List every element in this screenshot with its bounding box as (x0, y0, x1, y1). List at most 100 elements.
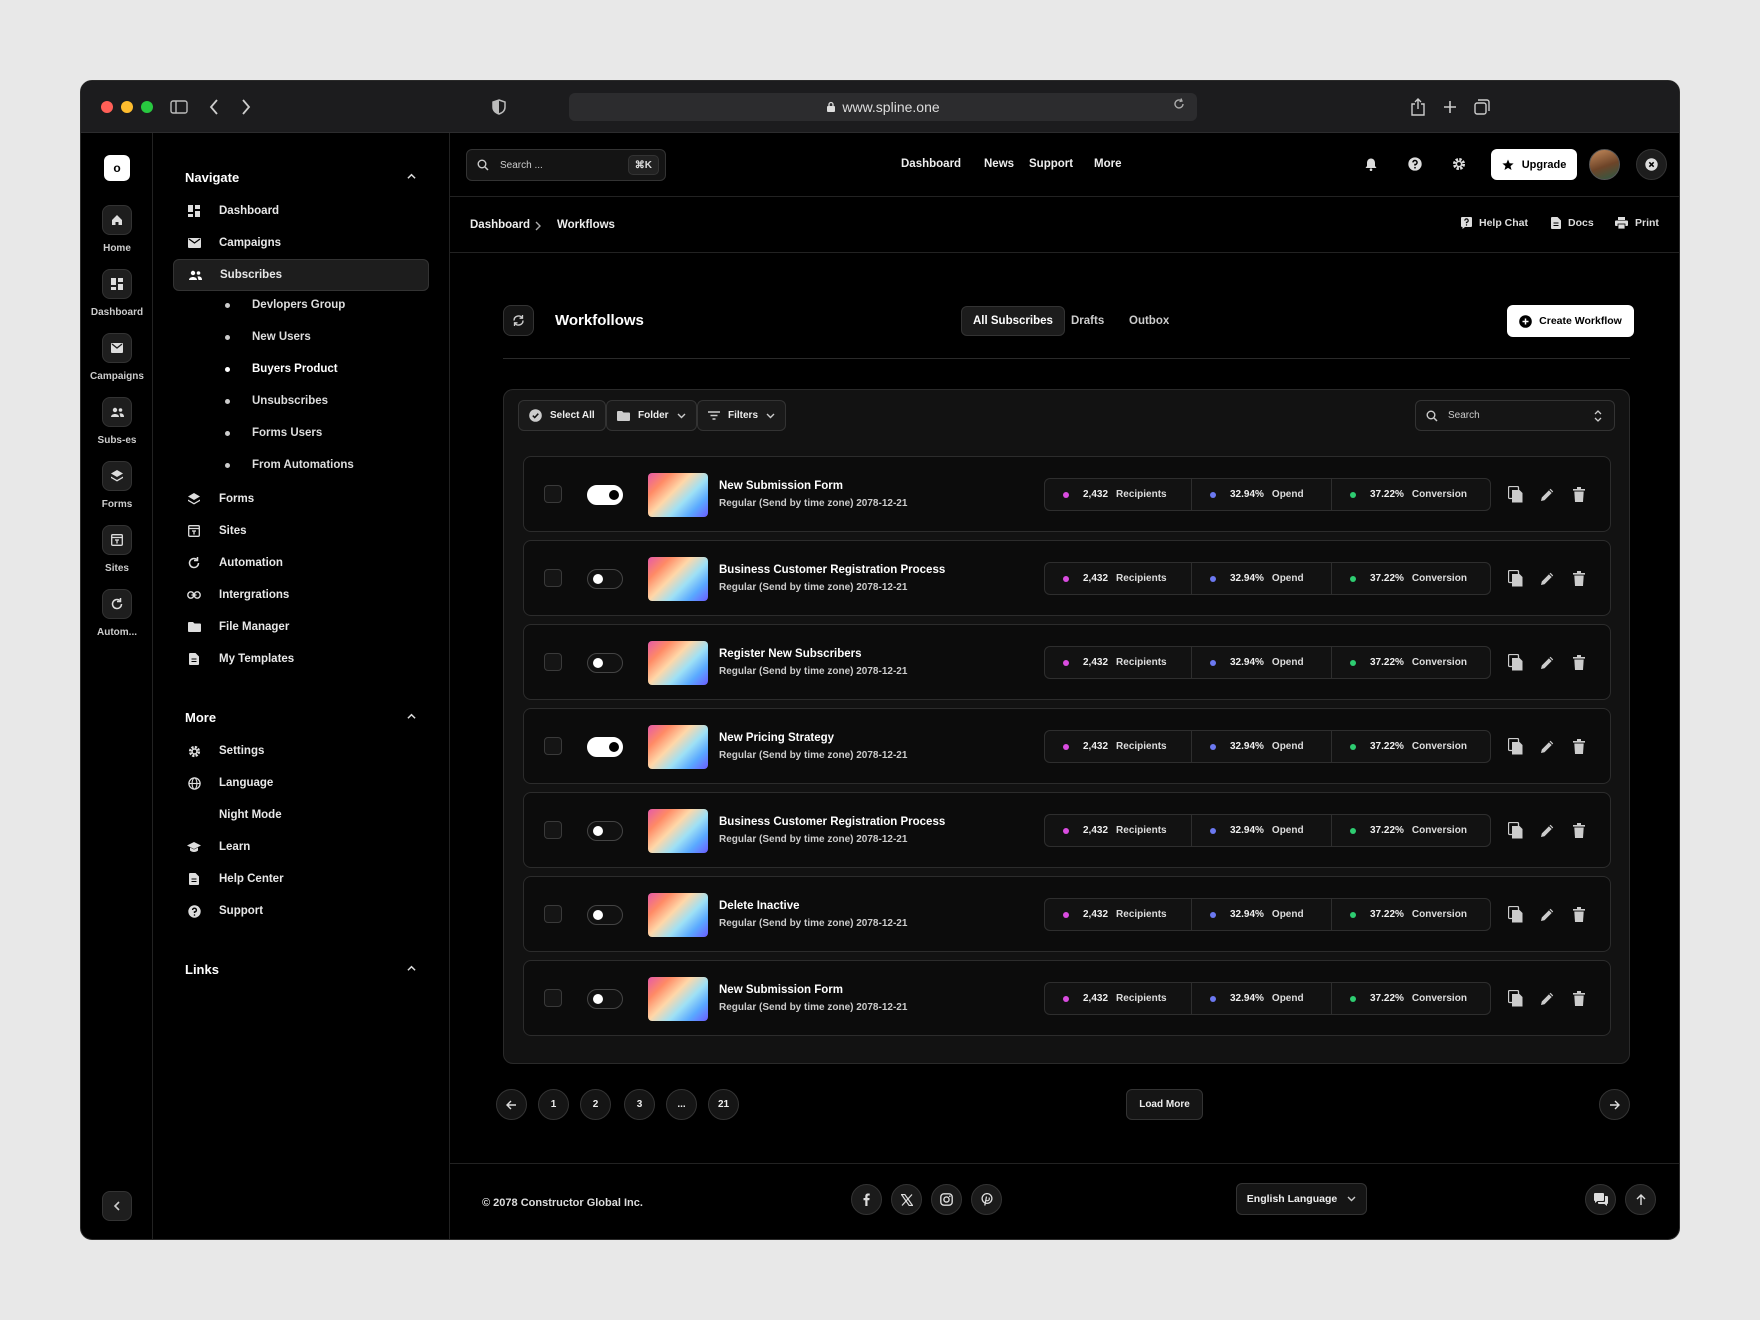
print-link[interactable]: Print (1615, 217, 1659, 229)
sidebar-item-integrations[interactable]: Intergrations (173, 579, 429, 611)
trash-icon[interactable] (1571, 737, 1587, 755)
edit-icon[interactable] (1539, 821, 1555, 839)
facebook-icon[interactable] (851, 1184, 882, 1215)
row-toggle[interactable] (587, 905, 623, 925)
bell-icon[interactable] (1362, 155, 1380, 173)
edit-icon[interactable] (1539, 989, 1555, 1007)
language-select[interactable]: English Language (1236, 1183, 1367, 1215)
edit-icon[interactable] (1539, 653, 1555, 671)
breadcrumb-dashboard[interactable]: Dashboard (470, 219, 530, 231)
sidebar-item-support[interactable]: Support (173, 895, 429, 927)
trash-icon[interactable] (1571, 485, 1587, 503)
trash-icon[interactable] (1571, 989, 1587, 1007)
workflow-title[interactable]: Business Customer Registration Process (719, 816, 945, 828)
copy-icon[interactable] (1507, 905, 1523, 923)
copy-icon[interactable] (1507, 821, 1523, 839)
row-checkbox[interactable] (544, 653, 562, 671)
workflow-row[interactable]: Delete Inactive Regular (Send by time zon… (523, 876, 1611, 952)
load-more-button[interactable]: Load More (1126, 1089, 1203, 1120)
rail-item-sites[interactable]: Sites (81, 525, 153, 574)
row-checkbox[interactable] (544, 569, 562, 587)
trash-icon[interactable] (1571, 821, 1587, 839)
maximize-window-button[interactable] (141, 101, 153, 113)
rail-item-forms[interactable]: Forms (81, 461, 153, 510)
breadcrumb-workflows[interactable]: Workflows (557, 219, 615, 231)
copy-icon[interactable] (1507, 653, 1523, 671)
tab-drafts[interactable]: Drafts (1060, 306, 1115, 336)
tab-outbox[interactable]: Outbox (1118, 306, 1180, 336)
page-button[interactable]: 21 (708, 1089, 739, 1120)
sidebar-subitem-from-automations[interactable]: From Automations (199, 453, 354, 477)
workflow-title[interactable]: New Submission Form (719, 984, 843, 996)
shield-icon[interactable] (491, 95, 507, 119)
collapse-sidebar-button[interactable] (102, 1191, 132, 1221)
address-bar[interactable]: www.spline.one (569, 93, 1197, 121)
edit-icon[interactable] (1539, 905, 1555, 923)
forward-icon[interactable] (239, 95, 253, 119)
sidebar-item-forms[interactable]: Forms (173, 483, 429, 515)
sidebar-toggle-icon[interactable] (169, 95, 189, 119)
links-section-header[interactable]: Links (185, 962, 416, 977)
sidebar-item-language[interactable]: Language (173, 767, 429, 799)
avatar[interactable] (1589, 149, 1620, 180)
row-checkbox[interactable] (544, 989, 562, 1007)
sidebar-subitem-buyers-product[interactable]: Buyers Product (199, 357, 338, 381)
row-toggle[interactable] (587, 989, 623, 1009)
sidebar-item-my-templates[interactable]: My Templates (173, 643, 429, 675)
row-toggle[interactable] (587, 485, 623, 505)
workflow-title[interactable]: Delete Inactive (719, 900, 800, 912)
workflow-row[interactable]: New Pricing Strategy Regular (Send by tim… (523, 708, 1611, 784)
row-checkbox[interactable] (544, 737, 562, 755)
topnav-news[interactable]: News (984, 158, 1014, 170)
copy-icon[interactable] (1507, 737, 1523, 755)
docs-link[interactable]: Docs (1551, 217, 1594, 229)
create-workflow-button[interactable]: Create Workflow (1507, 305, 1634, 337)
page-button[interactable]: 3 (624, 1089, 655, 1120)
chat-button[interactable] (1585, 1184, 1616, 1215)
row-checkbox[interactable] (544, 905, 562, 923)
copy-icon[interactable] (1507, 485, 1523, 503)
workflow-row[interactable]: Business Customer Registration Process Re… (523, 792, 1611, 868)
rail-item-automation[interactable]: Autom... (81, 589, 153, 638)
edit-icon[interactable] (1539, 737, 1555, 755)
sidebar-item-subscribes[interactable]: Subscribes (173, 259, 429, 291)
sidebar-subitem-developers-group[interactable]: Devlopers Group (199, 293, 345, 317)
new-tab-icon[interactable] (1441, 95, 1459, 119)
workflow-row[interactable]: New Submission Form Regular (Send by time… (523, 456, 1611, 532)
refresh-button[interactable] (503, 305, 534, 336)
rail-item-dashboard[interactable]: Dashboard (81, 269, 153, 318)
app-logo[interactable]: o (104, 155, 130, 181)
row-toggle[interactable] (587, 653, 623, 673)
row-toggle[interactable] (587, 821, 623, 841)
help-chat-link[interactable]: Help Chat (1461, 217, 1528, 229)
help-icon[interactable] (1406, 155, 1424, 173)
share-icon[interactable] (1409, 95, 1427, 119)
next-page-button[interactable] (1599, 1089, 1630, 1120)
trash-icon[interactable] (1571, 905, 1587, 923)
row-toggle[interactable] (587, 737, 623, 757)
edit-icon[interactable] (1539, 485, 1555, 503)
rail-item-subscribers[interactable]: Subs-es (81, 397, 153, 446)
sidebar-item-learn[interactable]: Learn (173, 831, 429, 863)
sidebar-item-settings[interactable]: Settings (173, 735, 429, 767)
workflow-row[interactable]: Business Customer Registration Process Re… (523, 540, 1611, 616)
sidebar-subitem-forms-users[interactable]: Forms Users (199, 421, 322, 445)
upgrade-button[interactable]: Upgrade (1491, 149, 1577, 180)
topnav-support[interactable]: Support (1029, 158, 1073, 170)
workflow-title[interactable]: Register New Subscribers (719, 648, 862, 660)
sidebar-item-campaigns[interactable]: Campaigns (173, 227, 429, 259)
workflow-row[interactable]: Register New Subscribers Regular (Send by… (523, 624, 1611, 700)
select-all-button[interactable]: Select All (518, 400, 606, 431)
settings-gear-icon[interactable] (1450, 155, 1468, 173)
rail-item-campaigns[interactable]: Campaigns (81, 333, 153, 382)
sidebar-subitem-unsubscribes[interactable]: Unsubscribes (199, 389, 328, 413)
search-input[interactable]: Search ... ⌘K (466, 149, 666, 181)
page-button[interactable]: 1 (538, 1089, 569, 1120)
trash-icon[interactable] (1571, 569, 1587, 587)
filters-dropdown[interactable]: Filters (697, 400, 787, 431)
workflow-title[interactable]: New Submission Form (719, 480, 843, 492)
reload-icon[interactable] (1173, 98, 1185, 110)
navigate-section-header[interactable]: Navigate (185, 170, 416, 185)
trash-icon[interactable] (1571, 653, 1587, 671)
workflow-title[interactable]: New Pricing Strategy (719, 732, 834, 744)
